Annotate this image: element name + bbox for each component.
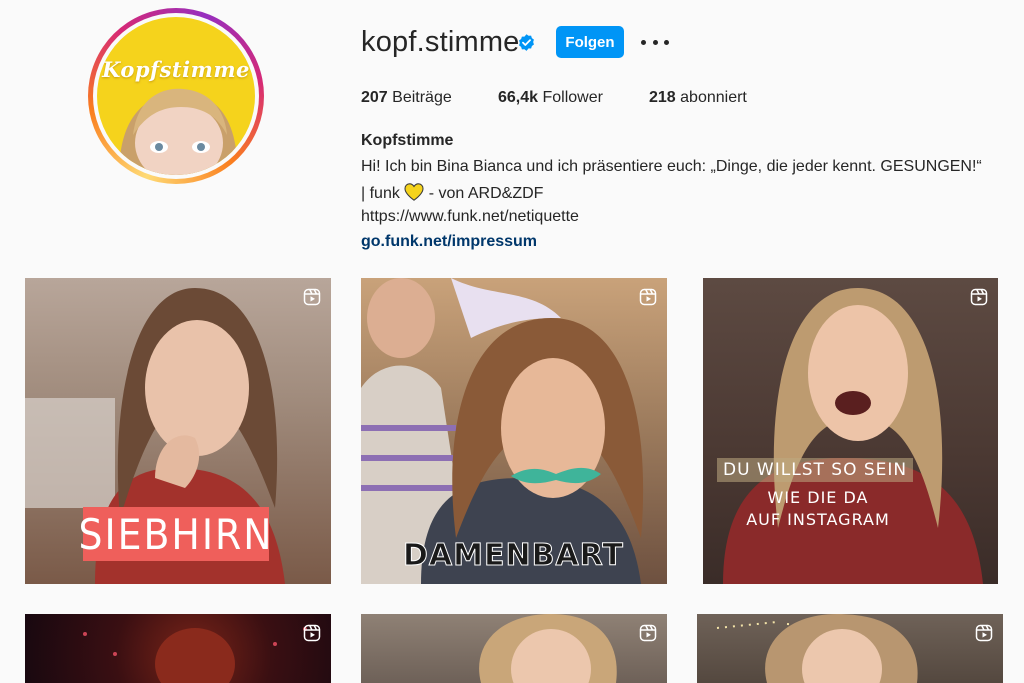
post-thumbnail-person — [83, 627, 307, 683]
post-caption-line-1: DU WILLST SO SEIN — [717, 458, 914, 482]
post-tile[interactable]: SIEBHIRN — [25, 278, 331, 584]
bio-line-3: https://www.funk.net/netiquette — [361, 208, 579, 225]
stat-posts: 207 Beiträge — [361, 89, 452, 107]
reel-icon — [303, 624, 321, 642]
bio-line-2: | funk - von ARD&ZDF — [361, 183, 543, 203]
avatar[interactable]: Kopfstimme — [97, 17, 255, 175]
follow-button[interactable]: Folgen — [556, 26, 624, 58]
post-tile[interactable]: DU WILLST SO SEIN WIE DIE DA AUF INSTAGR… — [703, 278, 998, 584]
yellow-heart-icon — [404, 183, 424, 201]
avatar-border: Kopfstimme — [93, 13, 259, 179]
bio-line-2-end: - von ARD&ZDF — [428, 185, 544, 202]
post-thumbnail-person — [723, 288, 983, 584]
bio-external-link[interactable]: go.funk.net/impressum — [361, 233, 537, 251]
followers-label: Follower — [542, 89, 603, 106]
post-tile[interactable] — [361, 614, 667, 683]
stat-following[interactable]: 218 abonniert — [649, 89, 747, 107]
reel-icon — [970, 288, 988, 306]
more-options-icon[interactable] — [641, 32, 669, 52]
posts-count: 207 — [361, 89, 388, 106]
verified-badge-icon — [519, 34, 534, 51]
posts-label: Beiträge — [392, 89, 452, 106]
bio-line-2-start: | funk — [361, 185, 400, 202]
reel-icon — [639, 624, 657, 642]
profile-full-name: Kopfstimme — [361, 132, 454, 149]
bio-line-1: Hi! Ich bin Bina Bianca und ich präsenti… — [361, 158, 982, 175]
stat-followers[interactable]: 66,4k Follower — [498, 89, 603, 107]
post-tile[interactable]: DAMENBART — [361, 278, 667, 584]
profile-avatar-ring[interactable]: Kopfstimme — [88, 8, 264, 184]
post-tile[interactable] — [697, 614, 1003, 683]
profile-username: kopf.stimme — [361, 26, 520, 58]
followers-count: 66,4k — [498, 89, 539, 106]
reel-icon — [639, 288, 657, 306]
post-tile[interactable] — [25, 614, 331, 683]
post-caption-overlay: SIEBHIRN — [79, 507, 272, 561]
post-caption-line-3: AUF INSTAGRAM — [746, 510, 890, 529]
reel-icon — [975, 624, 993, 642]
reel-icon — [303, 288, 321, 306]
post-caption-overlay: DAMENBART — [403, 538, 624, 574]
following-count: 218 — [649, 89, 676, 106]
following-label: abonniert — [680, 89, 747, 106]
post-caption-line-2: WIE DIE DA — [767, 488, 869, 507]
avatar-face-illustration — [119, 88, 238, 175]
post-thumbnail-person — [479, 614, 617, 683]
post-thumbnail-person — [716, 614, 918, 683]
